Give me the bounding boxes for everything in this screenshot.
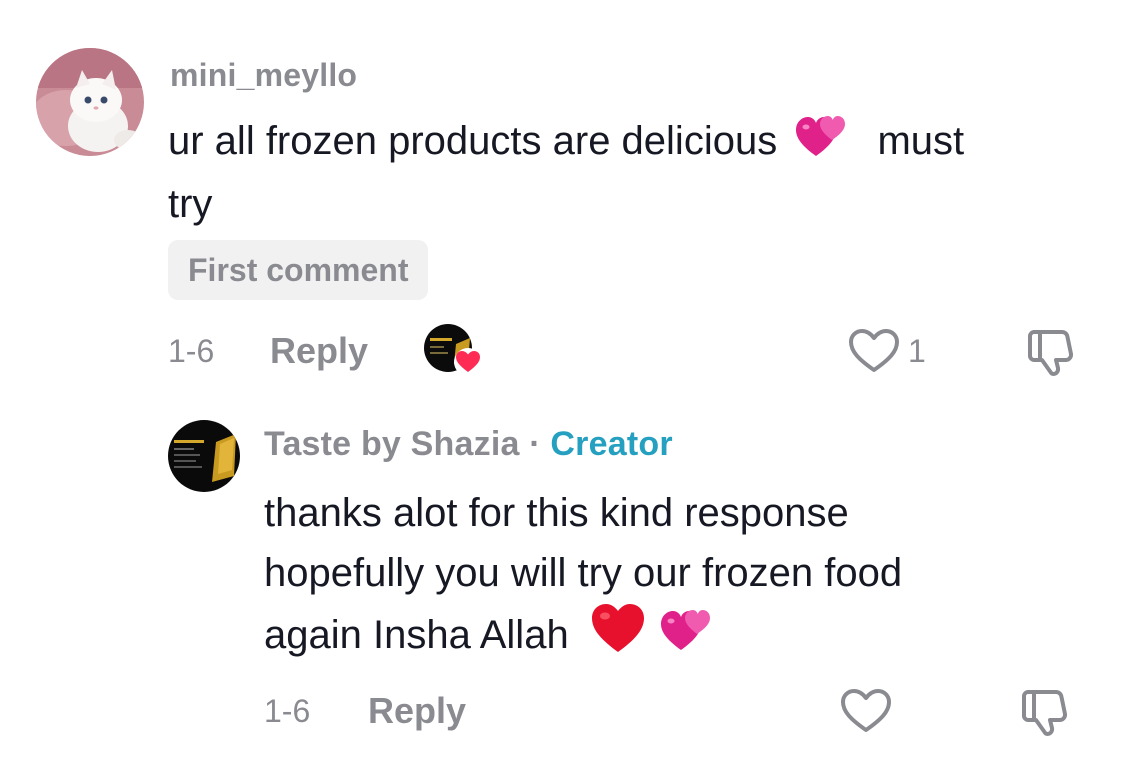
heart-icon[interactable] — [848, 328, 900, 374]
comment-username[interactable]: mini_meyllo — [170, 57, 357, 94]
two-hearts-icon — [796, 114, 848, 178]
first-comment-badge: First comment — [168, 240, 429, 300]
reply-username-line: Taste by Shazia · Creator — [264, 425, 673, 464]
reply-text-line2: hopefully you will try our frozen food — [264, 551, 903, 595]
reply-date: 1-6 — [264, 693, 311, 729]
comment-date: 1-6 — [168, 333, 215, 369]
avatar-taste-by-shazia[interactable] — [168, 420, 240, 492]
comment-text-part2: must — [877, 119, 965, 163]
separator-dot: · — [529, 425, 541, 463]
two-hearts-icon — [660, 608, 713, 672]
reply-text-line3: again Insha Allah — [264, 602, 713, 672]
creator-label: Creator — [550, 425, 673, 463]
red-heart-icon — [590, 602, 646, 672]
avatar-mini-meyllo[interactable] — [36, 48, 144, 156]
reply-text-line3-text: again Insha Allah — [264, 613, 569, 657]
comment-text-line2: try — [168, 182, 213, 226]
reply-text-line1: thanks alot for this kind response — [264, 491, 849, 535]
comment-text-part1: ur all frozen products are delicious — [168, 119, 778, 163]
comment-like-count: 1 — [908, 333, 926, 369]
comment-reply-button[interactable]: Reply — [270, 330, 368, 372]
comment-text: ur all frozen products are delicious mus… — [168, 110, 1098, 178]
creator-liked-indicator — [424, 324, 484, 378]
brand-logo-avatar — [168, 420, 240, 492]
dislike-icon[interactable] — [1026, 328, 1078, 376]
heart-icon[interactable] — [840, 688, 892, 734]
dislike-icon[interactable] — [1020, 688, 1072, 736]
reply-username[interactable]: Taste by Shazia — [264, 425, 520, 463]
reply-reply-button[interactable]: Reply — [368, 690, 466, 732]
kitten-avatar-image — [36, 48, 144, 156]
